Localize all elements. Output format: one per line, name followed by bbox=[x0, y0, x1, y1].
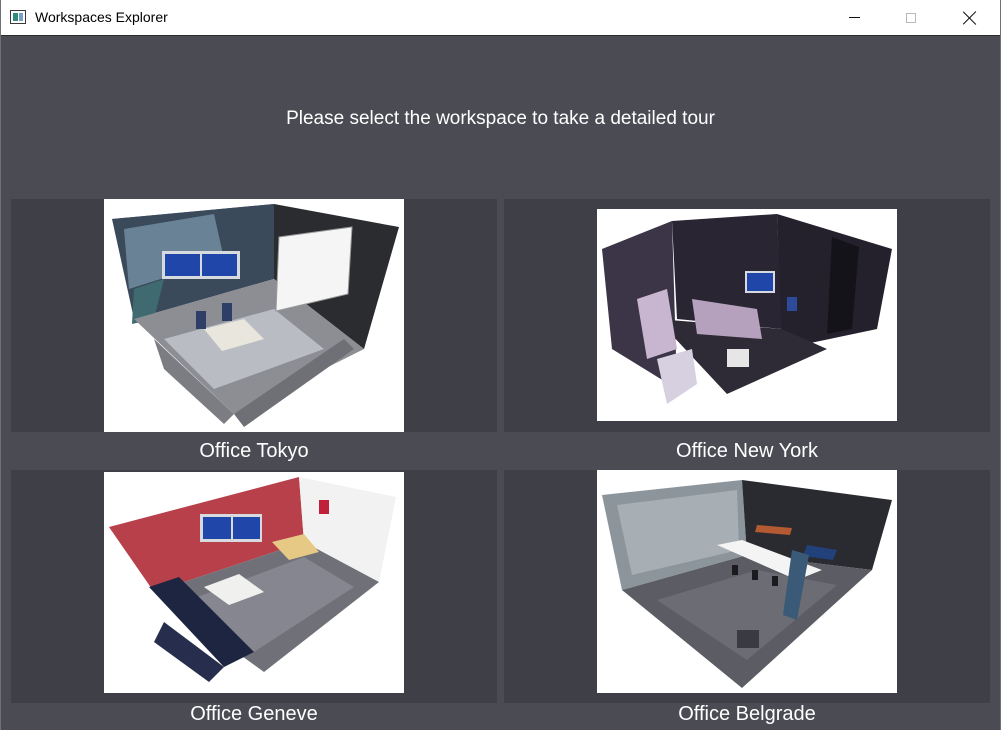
workspace-tile-new-york[interactable]: Office New York bbox=[504, 199, 990, 462]
close-icon bbox=[963, 11, 977, 25]
workspace-label-geneve[interactable]: Office Geneve bbox=[11, 703, 497, 726]
workspace-thumbnail-geneve[interactable] bbox=[104, 472, 404, 693]
maximize-icon bbox=[906, 12, 916, 23]
workspace-tile-belgrade[interactable]: Office Belgrade bbox=[504, 470, 990, 725]
close-button[interactable] bbox=[947, 0, 993, 35]
workspace-thumbnail-belgrade[interactable] bbox=[597, 470, 897, 693]
workspace-thumbnail-new-york[interactable] bbox=[597, 209, 897, 421]
workspace-label-belgrade[interactable]: Office Belgrade bbox=[504, 703, 990, 726]
minimize-button[interactable] bbox=[831, 0, 877, 35]
minimize-icon bbox=[848, 17, 860, 18]
window-title: Workspaces Explorer bbox=[35, 9, 168, 25]
workspace-label-tokyo[interactable]: Office Tokyo bbox=[11, 440, 497, 463]
workspace-tile-tokyo[interactable]: Office Tokyo bbox=[11, 199, 497, 462]
app-window: Workspaces Explorer Please select the wo… bbox=[0, 0, 1001, 730]
workspace-label-new-york[interactable]: Office New York bbox=[504, 440, 990, 463]
app-window-icon bbox=[10, 10, 26, 24]
workspace-tile-geneve[interactable]: Office Geneve bbox=[11, 470, 497, 725]
workspace-thumbnail-tokyo[interactable] bbox=[104, 199, 404, 432]
page-heading: Please select the workspace to take a de… bbox=[286, 108, 715, 129]
title-bar[interactable]: Workspaces Explorer bbox=[1, 0, 1000, 36]
maximize-button[interactable] bbox=[888, 0, 934, 35]
